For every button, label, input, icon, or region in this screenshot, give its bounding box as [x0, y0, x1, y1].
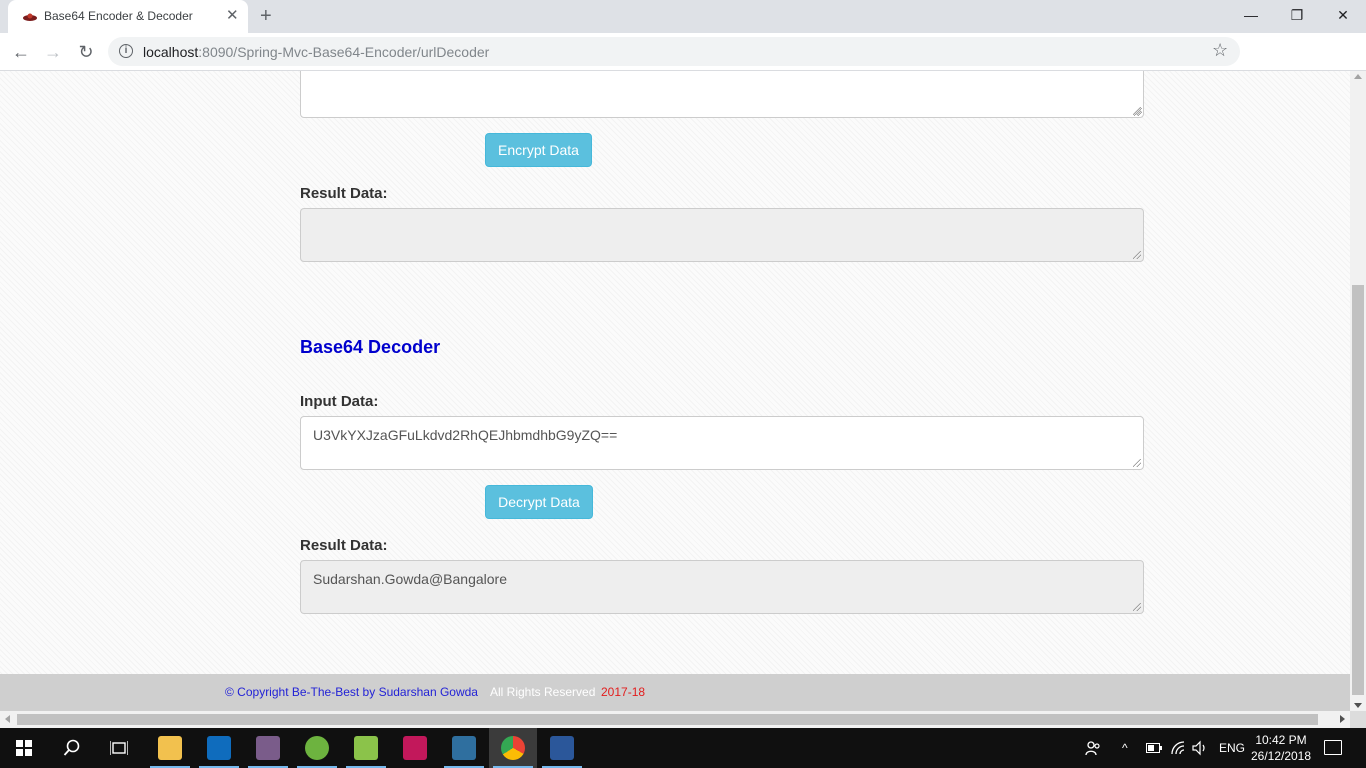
restore-button[interactable]: ❐ — [1282, 5, 1312, 25]
browser-tab[interactable]: Base64 Encoder & Decoder ✕ — [8, 0, 248, 33]
footer-rights: All Rights Reserved — [490, 685, 596, 699]
decoder-title: Base64 Decoder — [300, 337, 441, 357]
horizontal-scroll-thumb[interactable] — [17, 714, 1318, 725]
horizontal-scrollbar[interactable] — [0, 711, 1350, 728]
resize-grip-icon — [1133, 107, 1141, 115]
resize-grip-icon — [1133, 251, 1141, 259]
people-icon[interactable] — [1085, 740, 1101, 756]
task-view-icon[interactable] — [110, 740, 128, 756]
wifi-icon[interactable] — [1170, 740, 1186, 756]
footer-years: 2017-18 — [601, 685, 646, 699]
scroll-down-arrow-icon[interactable] — [1354, 703, 1362, 708]
taskbar-app-spring-tool-suite[interactable] — [293, 728, 341, 768]
decoder-result-textarea[interactable]: Sudarshan.Gowda@Bangalore — [300, 560, 1144, 614]
url-host: localhost — [143, 44, 199, 60]
scrollbar-corner — [1350, 711, 1366, 728]
clock-date: 26/12/2018 — [1250, 749, 1312, 763]
clock-time: 10:42 PM — [1255, 733, 1307, 747]
taskbar-app-notepad-plus-plus[interactable] — [342, 728, 390, 768]
taskbar-app-word[interactable] — [538, 728, 586, 768]
outlook-icon — [207, 736, 231, 760]
language-indicator[interactable]: ENG — [1219, 728, 1245, 768]
mysql-workbench-icon — [452, 736, 476, 760]
url-text[interactable]: localhost:8090/Spring-Mvc-Base64-Encoder… — [143, 44, 489, 60]
spring-tool-suite-icon — [305, 736, 329, 760]
word-icon — [550, 736, 574, 760]
vertical-scroll-thumb[interactable] — [1352, 285, 1364, 695]
windows-taskbar: ^ ENG 10:42 PM 26/12/2018 — [0, 728, 1366, 768]
database-tool-icon — [403, 736, 427, 760]
volume-icon[interactable] — [1192, 740, 1208, 756]
scroll-right-arrow-icon[interactable] — [1340, 715, 1345, 723]
taskbar-app-file-explorer[interactable] — [146, 728, 194, 768]
resize-grip-icon — [1133, 459, 1141, 467]
tab-title: Base64 Encoder & Decoder — [44, 9, 193, 23]
forward-icon[interactable]: → — [42, 42, 64, 64]
address-bar[interactable]: i localhost:8090/Spring-Mvc-Base64-Encod… — [108, 37, 1240, 66]
browser-toolbar: ← → ↻ i localhost:8090/Spring-Mvc-Base64… — [0, 33, 1366, 96]
decoder-input-label: Input Data: — [300, 393, 379, 410]
tab-strip: Base64 Encoder & Decoder ✕ + — ❐ ✕ — [0, 0, 1366, 33]
url-path: :8090/Spring-Mvc-Base64-Encoder/urlDecod… — [198, 44, 490, 60]
decoder-input-textarea[interactable]: U3VkYXJzaGFuLkdvd2RhQEJhbmdhbG9yZQ== — [300, 416, 1144, 470]
resize-grip-icon — [1133, 603, 1141, 611]
reload-icon[interactable]: ↻ — [75, 42, 97, 64]
windows-start-icon[interactable] — [16, 740, 32, 756]
decrypt-data-button[interactable]: Decrypt Data — [485, 485, 593, 519]
file-explorer-icon — [158, 736, 182, 760]
decoder-result-label: Result Data: — [300, 537, 388, 554]
taskbar-app-outlook[interactable] — [195, 728, 243, 768]
bookmark-star-icon[interactable]: ☆ — [1212, 40, 1228, 61]
site-info-icon[interactable]: i — [119, 44, 133, 58]
vertical-scrollbar[interactable] — [1350, 71, 1366, 711]
chrome-icon — [501, 736, 525, 760]
window-close-button[interactable]: ✕ — [1328, 5, 1358, 25]
action-center-icon[interactable] — [1324, 740, 1342, 755]
notepad-plus-plus-icon — [354, 736, 378, 760]
new-tab-button[interactable]: + — [260, 5, 272, 27]
game-app-icon — [256, 736, 280, 760]
taskbar-app-mysql-workbench[interactable] — [440, 728, 488, 768]
system-clock[interactable]: 10:42 PM 26/12/2018 — [1248, 732, 1314, 764]
scroll-left-arrow-icon[interactable] — [5, 715, 10, 723]
tab-close-icon[interactable]: ✕ — [226, 8, 239, 24]
page-content: Encrypt Data Result Data: Base64 Decoder… — [0, 71, 1350, 711]
minimize-button[interactable]: — — [1236, 5, 1266, 25]
decoder-input-value: U3VkYXJzaGFuLkdvd2RhQEJhbmdhbG9yZQ== — [313, 427, 618, 443]
taskbar-app-chrome[interactable] — [489, 728, 537, 768]
encoder-input-textarea[interactable] — [300, 71, 1144, 118]
battery-icon[interactable] — [1146, 743, 1162, 753]
scroll-up-arrow-icon[interactable] — [1354, 74, 1362, 79]
show-hidden-icons-icon[interactable]: ^ — [1122, 728, 1128, 768]
encoder-result-label: Result Data: — [300, 185, 388, 202]
search-icon[interactable] — [63, 739, 81, 757]
encrypt-data-button[interactable]: Encrypt Data — [485, 133, 592, 167]
page-footer: © Copyright Be-The-Best by Sudarshan Gow… — [0, 674, 1350, 711]
site-favicon-icon — [23, 13, 37, 21]
decoder-result-value: Sudarshan.Gowda@Bangalore — [313, 571, 508, 587]
encoder-result-textarea[interactable] — [300, 208, 1144, 262]
footer-copyright: © Copyright Be-The-Best by Sudarshan Gow… — [225, 685, 478, 699]
taskbar-app-game-app[interactable] — [244, 728, 292, 768]
back-icon[interactable]: ← — [10, 42, 32, 64]
taskbar-app-database-tool[interactable] — [391, 728, 439, 768]
